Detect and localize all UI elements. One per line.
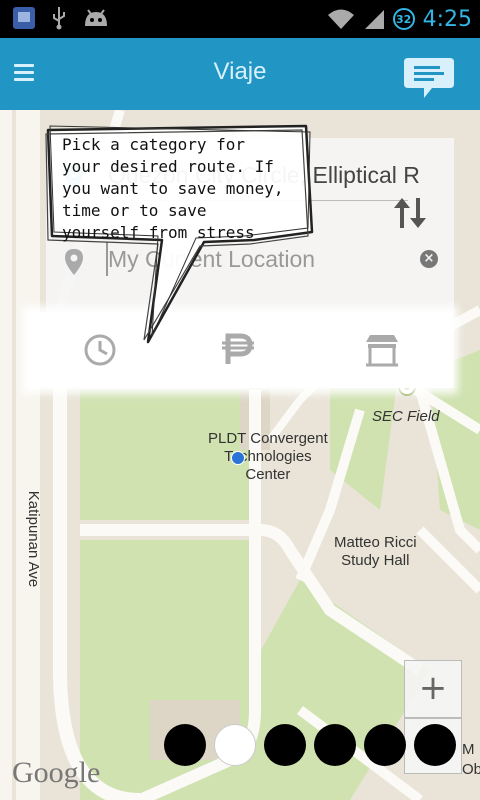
current-location-dot xyxy=(231,451,245,465)
map-label-pldt-center: PLDT Convergent Technologies Center xyxy=(208,430,328,483)
swap-icon[interactable] xyxy=(392,196,428,230)
notification-app-icon xyxy=(13,7,35,29)
status-bar: 32 4:25 xyxy=(0,0,480,38)
pager-dot[interactable] xyxy=(164,724,206,766)
pager-dot[interactable] xyxy=(364,724,406,766)
tutorial-pager xyxy=(164,724,456,768)
map-label-matteo-ricci: Matteo Ricci Study Hall xyxy=(334,534,417,569)
clear-icon[interactable]: × xyxy=(420,250,438,268)
pager-dot[interactable] xyxy=(314,724,356,766)
android-debug-icon xyxy=(85,9,107,26)
clock-time: 4:25 xyxy=(422,6,472,32)
zoom-in-button[interactable]: + xyxy=(404,660,462,718)
signal-icon xyxy=(364,10,384,29)
store-icon[interactable] xyxy=(362,332,402,368)
usb-icon xyxy=(53,7,65,30)
map-label-katipunan-ave: Katipunan Ave xyxy=(25,490,42,588)
chat-bubble-icon[interactable] xyxy=(402,56,456,100)
map-label-sec-field: SEC Field xyxy=(372,408,440,425)
wifi-icon xyxy=(327,9,354,29)
tutorial-text: Pick a category for your desired route. … xyxy=(62,135,284,242)
battery-icon: 32 xyxy=(392,8,415,30)
pager-dot[interactable] xyxy=(264,724,306,766)
map-label-partial: M Ob xyxy=(462,741,480,778)
action-bar: Viaje xyxy=(0,38,480,110)
google-logo: Google xyxy=(12,756,101,789)
pager-dot[interactable] xyxy=(414,724,456,766)
pager-dot-active[interactable] xyxy=(214,724,256,766)
